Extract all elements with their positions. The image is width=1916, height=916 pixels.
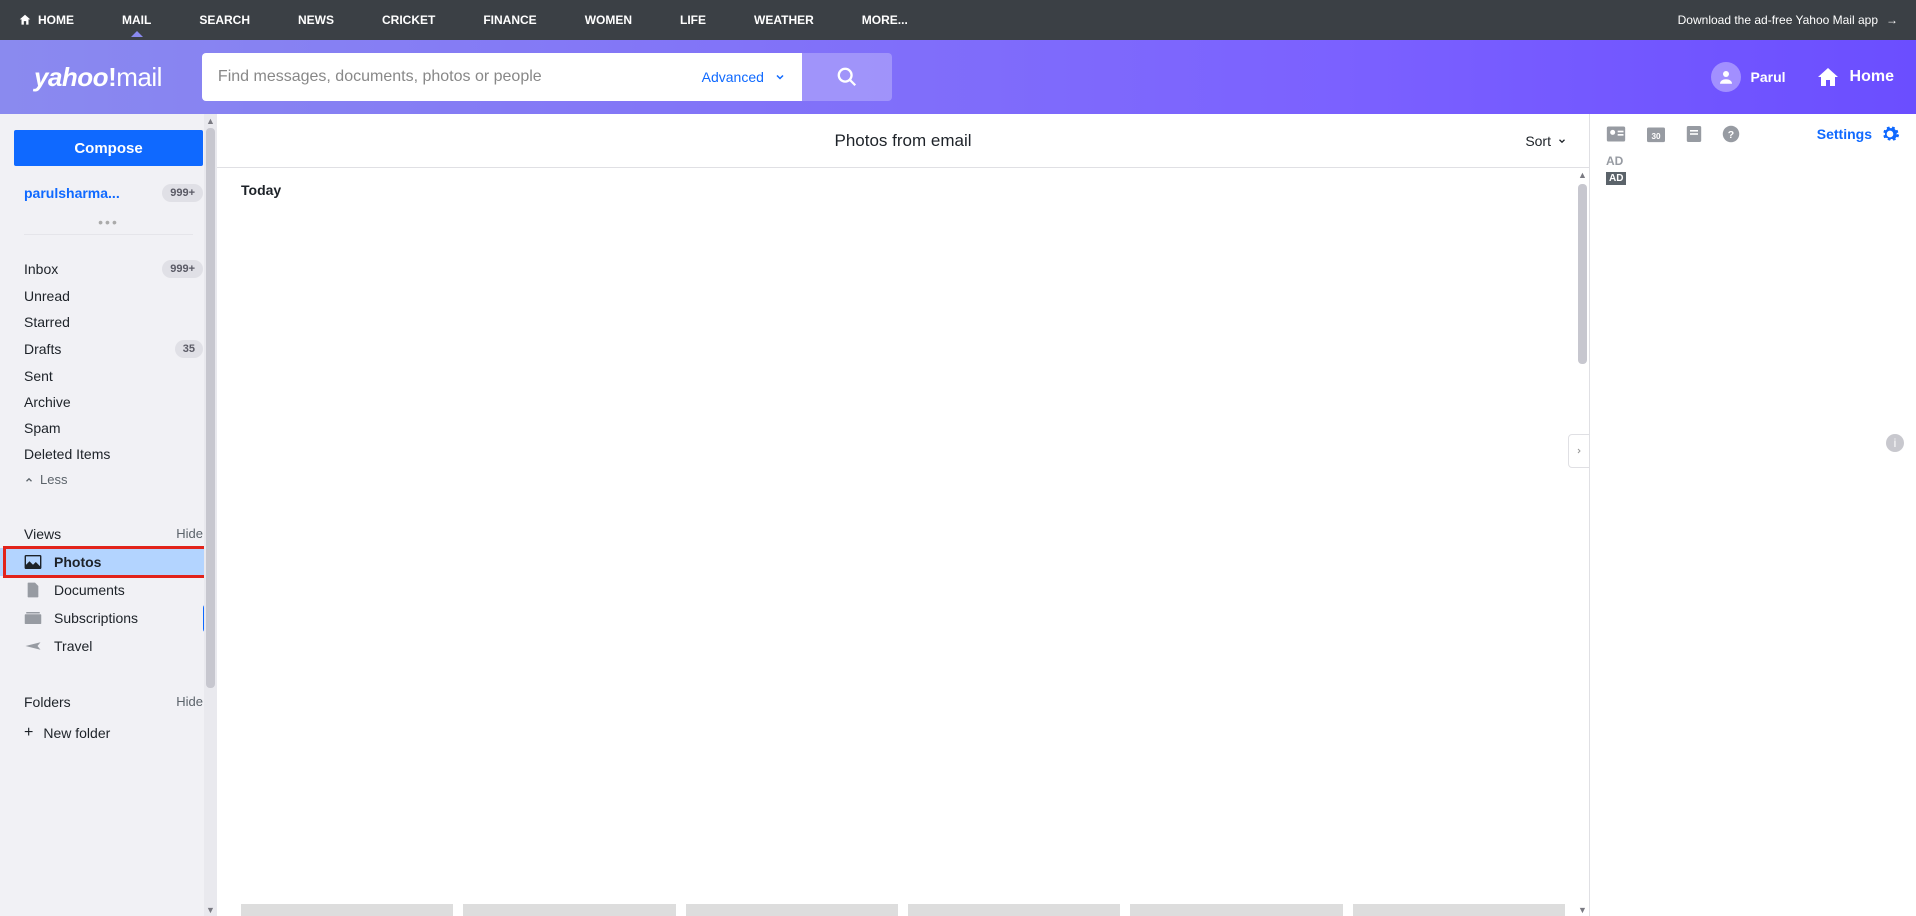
thumbnail[interactable]	[1353, 904, 1565, 916]
home-icon	[1816, 65, 1840, 89]
scroll-up-icon: ▲	[1578, 170, 1587, 179]
sort-button[interactable]: Sort	[1525, 133, 1567, 149]
settings-button[interactable]: Settings	[1817, 124, 1900, 144]
chevron-down-icon	[1557, 136, 1567, 146]
plus-icon: +	[24, 724, 33, 742]
ad-label: AD	[1606, 154, 1900, 168]
count-badge: 999+	[162, 260, 203, 278]
main-content: Photos from email Sort Today ▲ ▼	[217, 114, 1590, 916]
svg-text:30: 30	[1651, 132, 1661, 141]
help-icon[interactable]: ?	[1722, 125, 1740, 143]
page-title: Photos from email	[835, 131, 972, 151]
account-name: parulsharma...	[24, 185, 120, 201]
expand-rail-button[interactable]	[1568, 434, 1590, 468]
view-subscriptions[interactable]: Subscriptions New	[0, 604, 217, 632]
folder-drafts[interactable]: Drafts35	[0, 335, 217, 363]
sidebar: Compose parulsharma... 999+ ••• Inbox999…	[0, 114, 217, 916]
view-documents[interactable]: Documents	[0, 576, 217, 604]
nav-life[interactable]: LIFE	[680, 13, 706, 27]
thumbnail[interactable]	[686, 904, 898, 916]
home-button[interactable]: Home	[1816, 65, 1894, 89]
scroll-up-icon: ▲	[206, 116, 215, 125]
sidebar-scrollbar[interactable]: ▲ ▼	[204, 114, 217, 916]
nav-women[interactable]: WOMEN	[585, 13, 632, 27]
thumbnail[interactable]	[463, 904, 675, 916]
person-icon	[1717, 68, 1735, 86]
advanced-search-button[interactable]: Advanced	[694, 69, 786, 85]
thumbnail[interactable]	[908, 904, 1120, 916]
nav-weather[interactable]: WEATHER	[754, 13, 814, 27]
scroll-down-icon: ▼	[1578, 905, 1587, 914]
folder-unread[interactable]: Unread	[0, 283, 217, 309]
folder-archive[interactable]: Archive	[0, 389, 217, 415]
main-header: Photos from email Sort	[217, 114, 1589, 168]
nav-finance[interactable]: FINANCE	[483, 13, 536, 27]
nav-home[interactable]: HOME	[18, 13, 74, 27]
global-nav: HOME MAIL SEARCH NEWS CRICKET FINANCE WO…	[0, 0, 1916, 40]
svg-text:?: ?	[1728, 129, 1734, 141]
avatar	[1711, 62, 1741, 92]
folders-hide-button[interactable]: Hide	[176, 694, 203, 710]
folder-spam[interactable]: Spam	[0, 415, 217, 441]
info-icon[interactable]: i	[1886, 434, 1904, 452]
account-more[interactable]: •••	[24, 214, 193, 235]
arrow-right-icon: →	[1886, 13, 1898, 27]
nav-mail[interactable]: MAIL	[122, 13, 151, 27]
plane-icon	[24, 638, 42, 654]
search-icon	[836, 66, 858, 88]
gear-icon	[1880, 124, 1900, 144]
thumbnail[interactable]	[241, 904, 453, 916]
account-row[interactable]: parulsharma... 999+	[0, 184, 217, 202]
folders-header: Folders Hide	[0, 688, 217, 716]
view-travel[interactable]: Travel	[0, 632, 217, 660]
chevron-right-icon	[1575, 445, 1583, 457]
folder-starred[interactable]: Starred	[0, 309, 217, 335]
nav-cricket[interactable]: CRICKET	[382, 13, 435, 27]
views-header: Views Hide	[0, 520, 217, 548]
scrollbar-thumb[interactable]	[1578, 184, 1587, 364]
folder-inbox[interactable]: Inbox999+	[0, 255, 217, 283]
search-box: Advanced	[202, 53, 802, 101]
file-icon	[24, 582, 42, 598]
subscriptions-icon	[24, 610, 42, 626]
nav-search[interactable]: SEARCH	[199, 13, 250, 27]
date-group-label: Today	[217, 168, 1589, 212]
search-button[interactable]	[802, 53, 892, 101]
folder-deleted[interactable]: Deleted Items	[0, 441, 217, 467]
new-folder-button[interactable]: + New folder	[0, 718, 217, 748]
download-app-link[interactable]: Download the ad-free Yahoo Mail app →	[1678, 13, 1898, 27]
views-hide-button[interactable]: Hide	[176, 526, 203, 542]
account-badge: 999+	[162, 184, 203, 202]
ad-badge: AD	[1606, 172, 1626, 185]
calendar-icon[interactable]: 30	[1646, 125, 1666, 143]
photo-thumbnails	[241, 904, 1565, 916]
nav-news[interactable]: NEWS	[298, 13, 334, 27]
view-photos[interactable]: Photos	[0, 548, 217, 576]
scroll-down-icon: ▼	[206, 905, 215, 914]
contacts-icon[interactable]	[1606, 125, 1626, 143]
compose-button[interactable]: Compose	[14, 130, 203, 166]
right-rail: 30 ? Settings AD AD i	[1590, 114, 1916, 916]
scrollbar-thumb[interactable]	[206, 128, 215, 688]
search-input[interactable]	[218, 68, 694, 86]
nav-more[interactable]: MORE...	[862, 13, 908, 27]
user-menu[interactable]: Parul	[1711, 62, 1786, 92]
thumbnail[interactable]	[1130, 904, 1342, 916]
chevron-down-icon	[774, 71, 786, 83]
count-badge: 35	[175, 340, 203, 358]
app-header: yahoo!mail Advanced Parul Home	[0, 40, 1916, 114]
less-toggle[interactable]: Less	[0, 467, 217, 492]
logo: yahoo!mail	[34, 62, 162, 93]
chevron-up-icon	[24, 475, 34, 485]
main-scrollbar[interactable]: ▲ ▼	[1576, 168, 1589, 916]
notepad-icon[interactable]	[1686, 125, 1702, 143]
folder-sent[interactable]: Sent	[0, 363, 217, 389]
image-icon	[24, 554, 42, 570]
home-icon	[18, 13, 32, 27]
